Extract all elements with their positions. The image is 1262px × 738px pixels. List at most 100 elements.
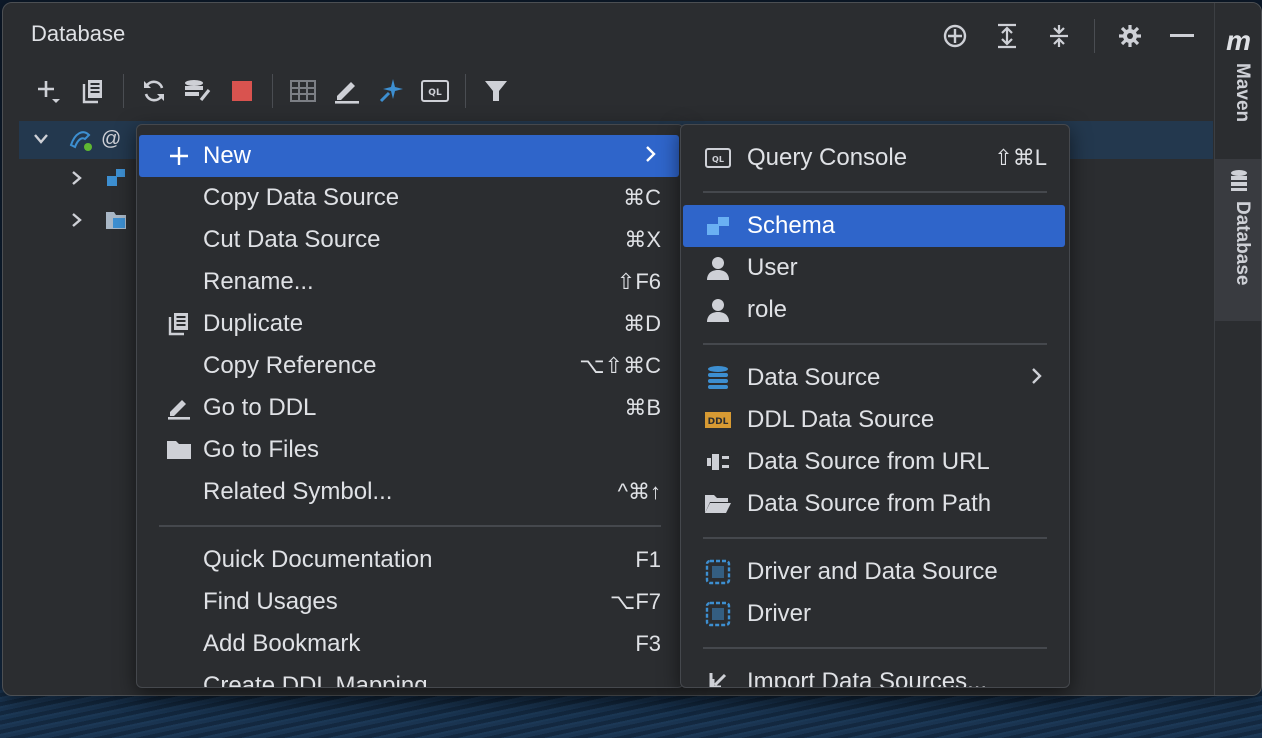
copy-icon[interactable] bbox=[73, 71, 113, 111]
datasource-icon bbox=[701, 365, 735, 391]
refresh-icon[interactable] bbox=[134, 71, 174, 111]
toolbar-separator bbox=[123, 74, 124, 108]
database-tab[interactable]: Database bbox=[1231, 201, 1253, 286]
add-icon[interactable] bbox=[29, 71, 69, 111]
ddl-icon: DDL bbox=[701, 410, 735, 430]
menu-item-create-ddl-mapping[interactable]: Create DDL Mapping bbox=[139, 665, 679, 688]
import-icon bbox=[701, 671, 735, 687]
menu-item-shortcut: ⇧F6 bbox=[616, 269, 661, 294]
menu-item-shortcut: ⇧⌘L bbox=[994, 145, 1047, 170]
chevron-right-icon[interactable] bbox=[71, 170, 83, 186]
submenu-item-import-data-sources[interactable]: Import Data Sources... bbox=[683, 661, 1065, 687]
folder-table-icon bbox=[105, 209, 127, 231]
edit-icon[interactable] bbox=[327, 71, 367, 111]
tree-root[interactable]: @ bbox=[33, 125, 121, 153]
submenu-item-data-source-from-path[interactable]: Data Source from Path bbox=[683, 483, 1065, 525]
folder-icon bbox=[159, 439, 199, 461]
submenu-item-data-source-from-url[interactable]: Data Source from URL bbox=[683, 441, 1065, 483]
menu-item-label: Go to DDL bbox=[203, 394, 317, 421]
tree-root-label: @ bbox=[101, 127, 122, 150]
table-icon[interactable] bbox=[283, 71, 323, 111]
menu-item-label: Query Console bbox=[747, 144, 908, 171]
menu-item-label: User bbox=[747, 254, 798, 281]
menu-item-label: Data Source from URL bbox=[747, 448, 990, 475]
new-submenu: QL Query Console ⇧⌘L Schema User role Da… bbox=[680, 124, 1070, 688]
gear-icon[interactable] bbox=[1111, 17, 1149, 55]
submenu-item-driver-and-data-source[interactable]: Driver and Data Source bbox=[683, 551, 1065, 593]
submenu-item-data-source[interactable]: Data Source bbox=[683, 357, 1065, 399]
menu-item-label: Cut Data Source bbox=[203, 226, 381, 253]
menu-item-label: Data Source from Path bbox=[747, 490, 992, 517]
submenu-item-schema[interactable]: Schema bbox=[683, 205, 1065, 247]
chevron-right-icon[interactable] bbox=[71, 212, 83, 228]
menu-item-shortcut: ⌥⇧⌘C bbox=[579, 353, 661, 378]
url-plug-icon bbox=[701, 451, 735, 473]
desktop-background bbox=[0, 690, 1262, 738]
chevron-down-icon[interactable] bbox=[33, 133, 53, 145]
menu-item-cut-data-source[interactable]: Cut Data Source ⌘X bbox=[139, 219, 679, 261]
menu-item-quick-documentation[interactable]: Quick Documentation F1 bbox=[139, 539, 679, 581]
menu-item-new[interactable]: New bbox=[139, 135, 679, 177]
minimize-icon[interactable] bbox=[1163, 17, 1201, 55]
expand-all-icon[interactable] bbox=[988, 17, 1026, 55]
toolbar-separator bbox=[272, 74, 273, 108]
user-icon bbox=[701, 256, 735, 280]
menu-item-shortcut: F1 bbox=[635, 547, 661, 572]
menu-item-label: Driver bbox=[747, 600, 811, 627]
jump-to-console-icon[interactable] bbox=[371, 71, 411, 111]
menu-item-label: Copy Data Source bbox=[203, 184, 400, 211]
submenu-item-user[interactable]: User bbox=[683, 247, 1065, 289]
right-tool-strip: m Maven Database bbox=[1214, 3, 1261, 695]
menu-item-label: Duplicate bbox=[203, 310, 304, 337]
tree-child-server-objects[interactable] bbox=[71, 209, 127, 231]
submenu-item-ddl-data-source[interactable]: DDL DDL Data Source bbox=[683, 399, 1065, 441]
menu-item-copy-reference[interactable]: Copy Reference ⌥⇧⌘C bbox=[139, 345, 679, 387]
menu-item-label: Data Source bbox=[747, 364, 881, 391]
query-console-icon: QL bbox=[701, 148, 735, 168]
svg-text:QL: QL bbox=[428, 88, 442, 98]
menu-item-label: Copy Reference bbox=[203, 352, 377, 379]
role-icon bbox=[701, 298, 735, 322]
menu-item-label: Rename... bbox=[203, 268, 314, 295]
menu-item-add-bookmark[interactable]: Add Bookmark F3 bbox=[139, 623, 679, 665]
menu-separator bbox=[703, 343, 1047, 345]
menu-item-shortcut: ⌘B bbox=[624, 395, 661, 420]
menu-item-label: role bbox=[747, 296, 788, 323]
submenu-item-driver[interactable]: Driver bbox=[683, 593, 1065, 635]
chevron-right-icon bbox=[1031, 364, 1043, 392]
filter-icon[interactable] bbox=[476, 71, 516, 111]
collapse-all-icon[interactable] bbox=[1040, 17, 1078, 55]
menu-item-shortcut: ⌥F7 bbox=[609, 589, 661, 614]
menu-item-duplicate[interactable]: Duplicate ⌘D bbox=[139, 303, 679, 345]
menu-item-label: Go to Files bbox=[203, 436, 320, 463]
menu-item-rename[interactable]: Rename... ⇧F6 bbox=[139, 261, 679, 303]
duplicate-icon bbox=[159, 312, 199, 336]
schema-icon bbox=[105, 167, 127, 189]
menu-separator bbox=[703, 647, 1047, 649]
menu-item-find-usages[interactable]: Find Usages ⌥F7 bbox=[139, 581, 679, 623]
driver-datasource-icon bbox=[701, 559, 735, 585]
title-toolbar bbox=[922, 17, 1201, 55]
menu-item-related-symbol[interactable]: Related Symbol... ^⌘↑ bbox=[139, 471, 679, 513]
maven-logo-icon[interactable]: m bbox=[1226, 25, 1251, 57]
menu-item-copy-data-source[interactable]: Copy Data Source ⌘C bbox=[139, 177, 679, 219]
stop-icon[interactable] bbox=[222, 71, 262, 111]
menu-item-label: Create DDL Mapping bbox=[203, 672, 428, 688]
database-toolbar: QL bbox=[29, 71, 520, 111]
svg-text:QL: QL bbox=[712, 155, 724, 164]
query-console-icon[interactable]: QL bbox=[415, 71, 455, 111]
locate-icon[interactable] bbox=[936, 17, 974, 55]
tree-child-schemas[interactable] bbox=[71, 167, 127, 189]
menu-item-go-to-ddl[interactable]: Go to DDL ⌘B bbox=[139, 387, 679, 429]
chevron-right-icon bbox=[645, 142, 657, 170]
mysql-datasource-icon bbox=[67, 125, 95, 153]
submenu-item-role[interactable]: role bbox=[683, 289, 1065, 331]
menu-item-go-to-files[interactable]: Go to Files bbox=[139, 429, 679, 471]
menu-separator bbox=[159, 525, 661, 527]
submenu-item-query-console[interactable]: QL Query Console ⇧⌘L bbox=[683, 137, 1065, 179]
data-source-properties-icon[interactable] bbox=[178, 71, 218, 111]
menu-item-label: Schema bbox=[747, 212, 836, 239]
menu-item-label: Add Bookmark bbox=[203, 630, 361, 657]
maven-tab[interactable]: Maven bbox=[1231, 63, 1253, 122]
pencil-icon bbox=[159, 396, 199, 420]
